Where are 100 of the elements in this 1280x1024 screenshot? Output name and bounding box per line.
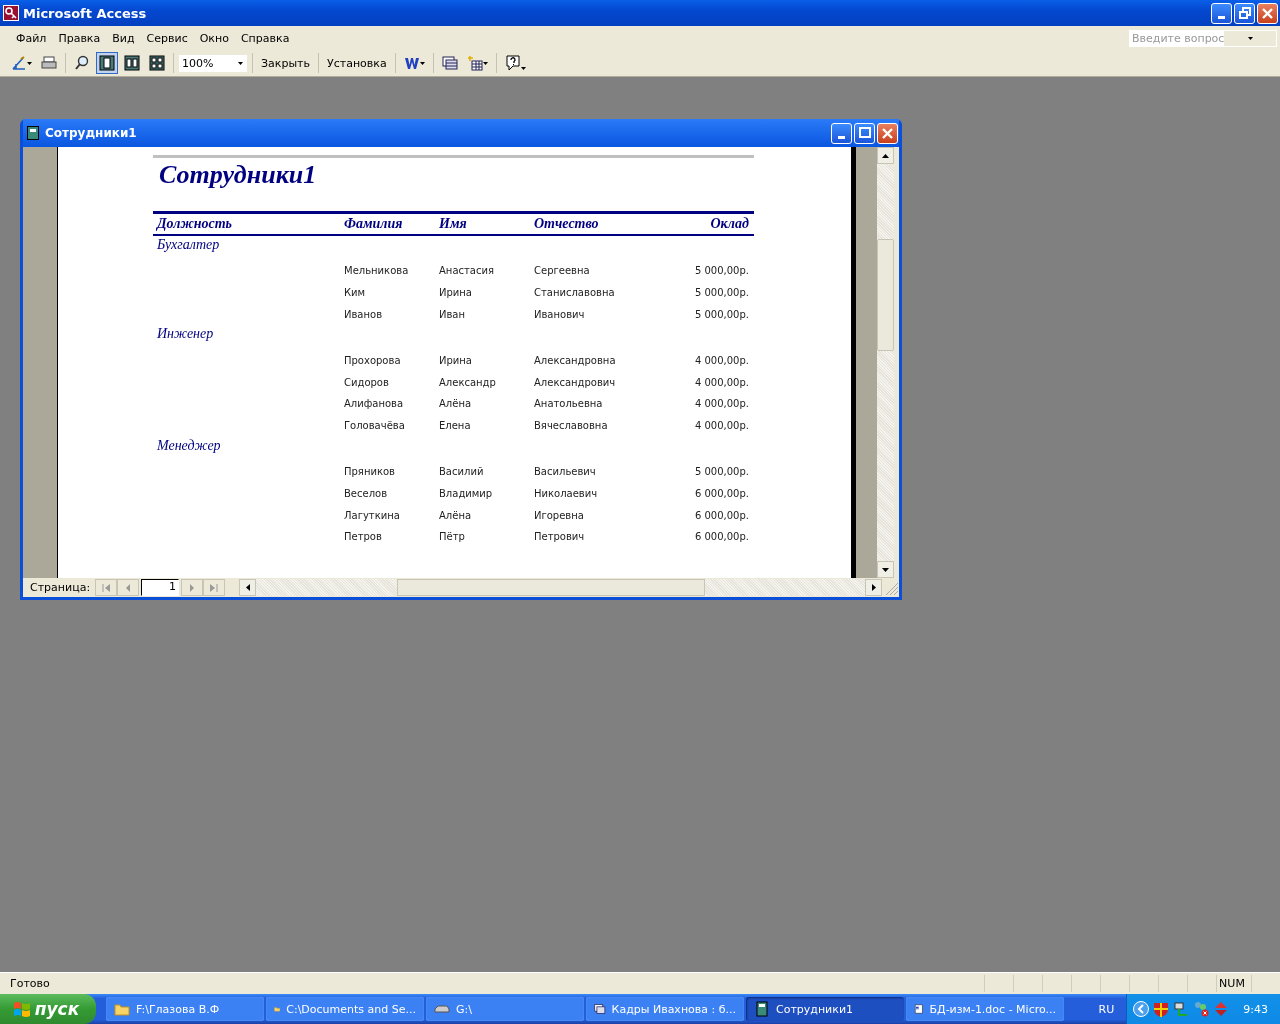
language-indicator[interactable]: RU — [1098, 1002, 1115, 1016]
taskbar-button[interactable]: C:\Documents and Se... — [266, 997, 424, 1021]
taskbar-button[interactable]: Кадры Ивахнова : б... — [586, 997, 744, 1021]
maximize-button[interactable] — [854, 122, 875, 144]
page-number-field[interactable]: 1 — [141, 579, 180, 596]
menu-item[interactable]: Вид — [106, 31, 141, 45]
column-header: Должность — [157, 216, 233, 232]
two-pages-icon — [124, 55, 140, 71]
vertical-scrollbar[interactable] — [877, 147, 894, 578]
database-window-icon — [441, 55, 458, 71]
table-cell-text: Алёна — [439, 398, 473, 410]
dropdown-arrow-icon — [238, 61, 243, 65]
users-error-icon[interactable] — [1193, 1001, 1210, 1017]
dropdown-arrow-icon — [1247, 36, 1253, 40]
table-cell-text: Владимир — [439, 487, 494, 499]
table-cell-text: Вячеславовна — [534, 420, 609, 432]
table-cell-text: Анатольевна — [534, 398, 604, 410]
network-icon[interactable] — [1173, 1001, 1190, 1017]
start-button[interactable]: пуск — [0, 994, 96, 1024]
last-page-icon — [210, 583, 219, 592]
one-page-button[interactable] — [96, 52, 118, 74]
table-cell-text: Елена — [439, 420, 472, 432]
dropdown-arrow-icon — [27, 61, 32, 65]
column-header: Имя — [439, 216, 468, 232]
menu-item[interactable]: Справка — [234, 31, 296, 45]
table-cell-text: 5 000,00р. — [693, 465, 750, 477]
scroll-up-button[interactable] — [877, 147, 894, 164]
table-cell-text: Ким — [344, 287, 367, 299]
close-button[interactable] — [877, 122, 898, 144]
close-button[interactable] — [1257, 2, 1278, 24]
minimize-button[interactable] — [831, 122, 852, 144]
window-title: Microsoft Access — [23, 5, 147, 21]
scroll-right-button[interactable] — [865, 579, 882, 596]
table-cell-text: 6 000,00р. — [693, 487, 750, 499]
horizontal-scrollbar[interactable] — [239, 579, 882, 596]
toolbar-button[interactable]: Установка — [324, 52, 390, 74]
zoom-combo[interactable]: 100% — [179, 54, 247, 72]
multiple-pages-icon — [149, 55, 165, 71]
dropdown-arrow-icon — [520, 66, 526, 70]
table-cell-text: Сергеевна — [534, 265, 591, 277]
maximize-icon — [858, 127, 871, 139]
table-cell-text: Ирина — [439, 354, 473, 366]
document-icon — [914, 1001, 924, 1017]
table-cell-text: Сидоров — [344, 376, 390, 388]
scroll-down-button[interactable] — [877, 561, 894, 578]
group-header: Инженер — [157, 325, 214, 344]
table-cell-text: 4 000,00р. — [693, 376, 750, 388]
table-cell-text: Лагуткина — [344, 509, 401, 521]
minimize-button[interactable] — [1211, 2, 1232, 24]
table-cell-text: Васильевич — [534, 465, 597, 477]
right-arrow-icon — [871, 584, 876, 591]
shield-icon[interactable] — [1153, 1001, 1170, 1017]
menu-item[interactable]: Файл — [10, 31, 53, 45]
status-text: Готово — [9, 977, 51, 990]
table-cell-text: Петров — [344, 531, 383, 543]
table-cell-text: Мельникова — [344, 265, 410, 277]
scroll-thumb[interactable] — [877, 239, 894, 351]
one-page-icon — [99, 55, 115, 71]
menu-item[interactable]: Сервис — [140, 31, 194, 45]
table-cell-text: Веселов — [344, 487, 389, 499]
restore-button[interactable] — [1234, 2, 1255, 24]
table-cell-text: Иванович — [534, 309, 586, 320]
scroll-left-button[interactable] — [239, 579, 257, 596]
table-cell-text: Петрович — [534, 531, 586, 543]
table-cell-text: 4 000,00р. — [693, 398, 750, 410]
table-cell-text: 5 000,00р. — [693, 309, 750, 320]
menu-item[interactable]: Окно — [193, 31, 235, 45]
dropdown-arrow-icon — [482, 61, 488, 65]
multiple-pages-button[interactable] — [146, 52, 168, 74]
first-page-icon — [102, 583, 111, 592]
table-cell-text: Иван — [439, 309, 467, 320]
report-icon — [27, 126, 39, 140]
menu-item[interactable]: Правка — [52, 31, 107, 45]
database-window-icon — [594, 1001, 606, 1017]
taskbar-button[interactable]: Сотрудники1 — [746, 997, 904, 1021]
num-lock-indicator: NUM — [1216, 975, 1247, 992]
chevron-left-icon[interactable] — [1133, 1001, 1150, 1017]
dropdown-arrow-icon — [419, 61, 425, 65]
clock: 9:43 — [1243, 1002, 1268, 1016]
two-pages-button[interactable] — [121, 52, 143, 74]
column-header: Отчество — [534, 216, 600, 232]
table-cell-text: 6 000,00р. — [693, 509, 750, 521]
close-icon — [882, 127, 893, 139]
word-icon — [403, 55, 420, 71]
column-header: Оклад — [709, 216, 750, 232]
zoom-icon — [74, 55, 90, 71]
column-header: Фамилия — [344, 216, 404, 232]
restore-icon — [1238, 7, 1251, 19]
taskbar-button[interactable]: G:\ — [426, 997, 584, 1021]
table-cell-text: Иванов — [344, 309, 384, 320]
taskbar-button[interactable]: F:\Глазова В.Ф — [106, 997, 264, 1021]
windows-flag-icon — [12, 1000, 31, 1018]
help-icon — [504, 55, 521, 71]
taskbar-button[interactable]: БД-изм-1.doc - Micro... — [906, 997, 1064, 1021]
table-cell-text: Алифанова — [344, 398, 405, 410]
table-cell-text: Николаевич — [534, 487, 599, 499]
report-title: Сотрудники1 — [159, 160, 317, 190]
table-cell-text: Игоревна — [534, 509, 585, 521]
toolbar-button[interactable]: Закрыть — [258, 52, 313, 74]
scroll-thumb[interactable] — [397, 579, 706, 596]
